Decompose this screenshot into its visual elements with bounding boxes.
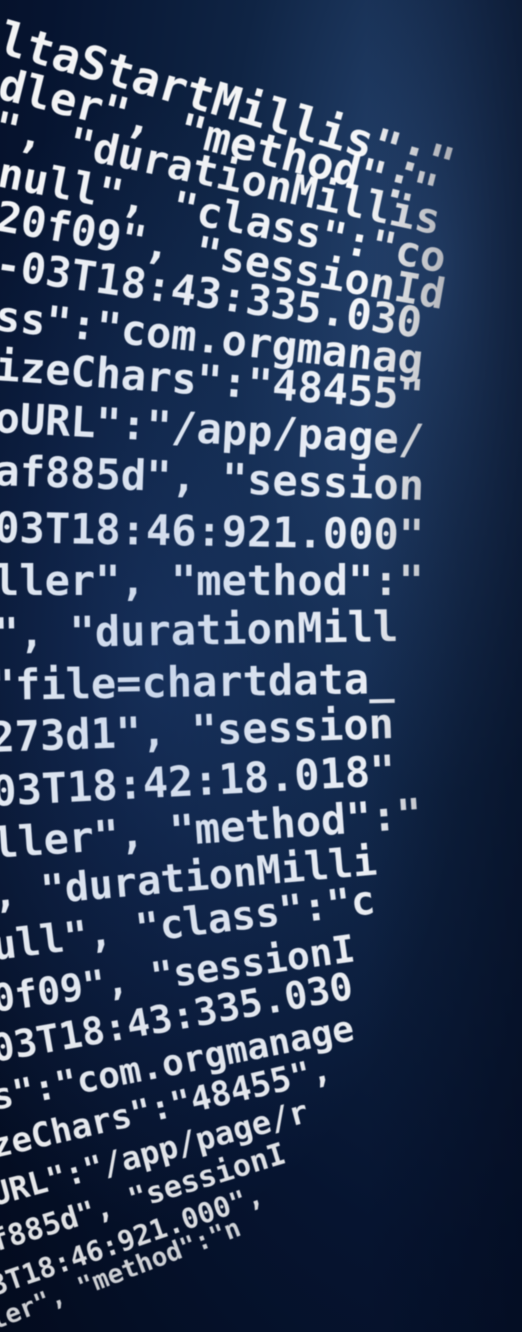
code-line: ", "durationMill — [0, 602, 399, 658]
code-line: ller", "method":" — [0, 556, 424, 605]
code-text-layer: ltaStartMillis":"dler", "method":"", "du… — [0, 11, 460, 1332]
code-photo: ltaStartMillis":" dler", "method":" ", "du… — [0, 0, 522, 1332]
code-line: 03T18:46:921.000" — [0, 503, 424, 559]
